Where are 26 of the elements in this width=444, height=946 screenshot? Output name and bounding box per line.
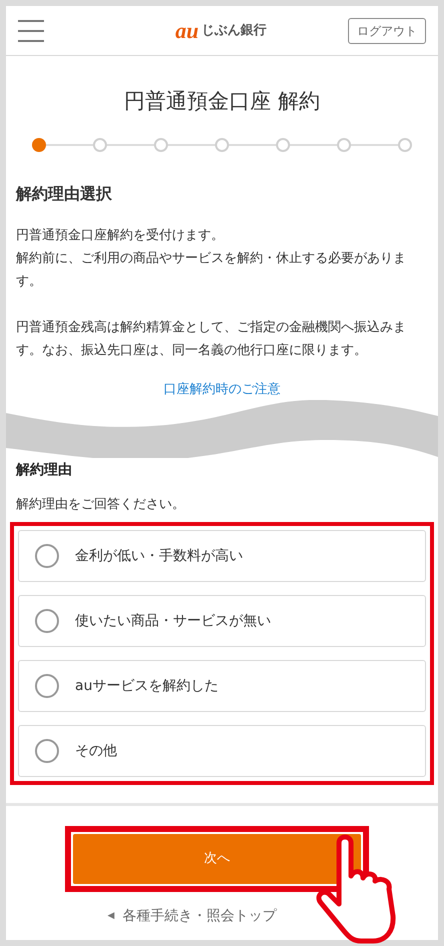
reason-option[interactable]: その他 <box>18 725 426 777</box>
info-text: 円普通預金口座解約を受付けます。 <box>16 226 225 244</box>
radio-button[interactable] <box>35 674 59 698</box>
reason-option[interactable]: 使いたい商品・サービスが無い <box>18 595 426 647</box>
info-text: 円普通預金残高は解約精算金として、ご指定の金融機関へ振込みます。なお、振込先口座は、同一名義の他行口座に限ります。 <box>16 318 407 360</box>
radio-button[interactable] <box>35 609 59 633</box>
logo-mark: au <box>175 20 199 42</box>
back-arrow-icon: ◀ <box>108 910 114 924</box>
radio-button[interactable] <box>35 739 59 763</box>
radio-button[interactable] <box>35 544 59 568</box>
reason-prompt: 解約理由をご回答ください。 <box>15 496 186 514</box>
option-label: 使いたい商品・サービスが無い <box>75 612 271 630</box>
option-label: auサービスを解約した <box>75 676 218 696</box>
option-label: 金利が低い・手数料が高い <box>75 546 243 566</box>
reason-heading: 解約理由 <box>14 460 73 480</box>
back-link[interactable]: 各種手続き・照会トップ <box>122 906 276 927</box>
reason-option[interactable]: 金利が低い・手数料が高い <box>18 530 426 582</box>
page-title: 円普通預金口座 解約 <box>123 88 321 115</box>
reason-option[interactable]: auサービスを解約した <box>18 660 426 712</box>
notice-link[interactable]: 口座解約時のご注意 <box>164 382 280 396</box>
logo-text: じぶん銀行 <box>202 22 267 40</box>
info-text: 解約前に、ご利用の商品やサービスを解約・休止する必要があります。 <box>16 250 407 290</box>
option-label: その他 <box>75 742 117 760</box>
section-heading: 解約理由選択 <box>14 182 113 204</box>
menu-icon[interactable] <box>18 20 44 42</box>
logout-button[interactable]: ログアウト <box>348 18 426 44</box>
